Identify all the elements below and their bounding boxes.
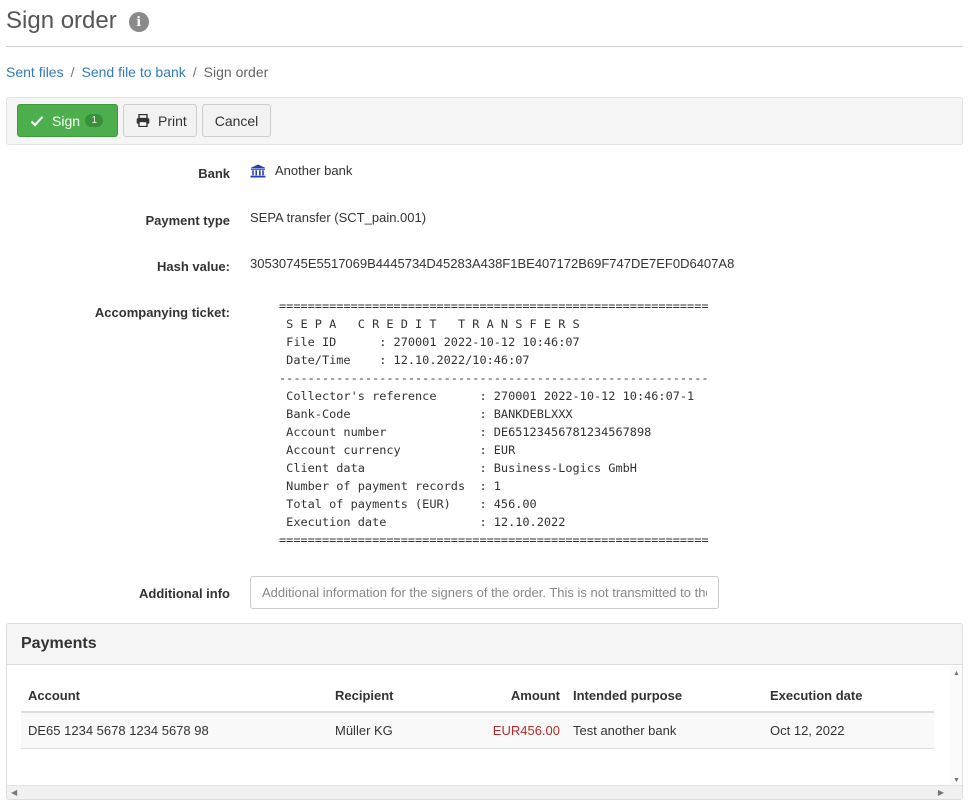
cancel-button[interactable]: Cancel (202, 104, 271, 137)
column-header-intended-purpose[interactable]: Intended purpose (573, 680, 682, 711)
additional-info-input[interactable] (250, 576, 719, 609)
page-title: Sign order (6, 7, 117, 34)
bank-icon (250, 164, 266, 178)
check-icon (30, 115, 44, 127)
title-divider (6, 46, 963, 47)
column-header-execution-date[interactable]: Execution date (770, 680, 862, 711)
vertical-scrollbar[interactable]: ▲ ▼ (950, 666, 962, 788)
sign-order-page: Sign order i Sent files / Send file to b… (0, 0, 970, 800)
accompanying-ticket-label: Accompanying ticket: (94, 305, 230, 320)
sign-count-badge: 1 (85, 114, 103, 127)
payments-panel: Payments Account Recipient Amount Intend… (6, 623, 963, 800)
scroll-right-icon[interactable]: ▶ (938, 788, 944, 797)
scroll-left-icon[interactable]: ◀ (11, 788, 17, 797)
table-header: Account Recipient Amount Intended purpos… (21, 680, 934, 713)
info-icon[interactable]: i (128, 12, 149, 32)
sign-button-label: Sign (52, 112, 81, 129)
page-header: Sign order i (6, 4, 149, 38)
breadcrumb-current: Sign order (203, 64, 269, 80)
accompanying-ticket: ========================================… (279, 299, 709, 547)
scroll-down-icon[interactable]: ▼ (953, 777, 960, 784)
horizontal-scrollbar[interactable]: ◀ ▶ (7, 785, 962, 799)
breadcrumb: Sent files / Send file to bank / Sign or… (6, 64, 268, 80)
column-header-amount[interactable]: Amount (511, 680, 560, 711)
recipient-cell: Müller KG (335, 723, 393, 738)
action-toolbar: Sign 1 Print Cancel (6, 97, 963, 145)
column-header-recipient[interactable]: Recipient (335, 680, 394, 711)
intended-purpose-cell: Test another bank (573, 723, 677, 738)
account-cell: DE65 1234 5678 1234 5678 98 (28, 723, 209, 738)
table-row[interactable]: DE65 1234 5678 1234 5678 98 Müller KG EU… (21, 713, 934, 749)
breadcrumb-sent-files[interactable]: Sent files (6, 64, 64, 80)
scroll-up-icon[interactable]: ▲ (953, 670, 960, 677)
amount-cell: EUR456.00 (492, 723, 560, 738)
breadcrumb-separator: / (192, 64, 197, 80)
payments-table: Account Recipient Amount Intended purpos… (21, 680, 934, 749)
hash-value: 30530745E5517069B4445734D45283A438F1BE40… (250, 256, 735, 271)
payments-title: Payments (7, 624, 962, 665)
breadcrumb-separator: / (70, 64, 75, 80)
sign-button[interactable]: Sign 1 (17, 104, 118, 137)
cancel-button-label: Cancel (214, 112, 259, 129)
print-button[interactable]: Print (123, 104, 197, 137)
print-button-label: Print (158, 112, 187, 129)
execution-date-cell: Oct 12, 2022 (770, 723, 845, 738)
printer-icon (136, 114, 150, 127)
column-header-account[interactable]: Account (28, 680, 80, 711)
additional-info-label: Additional info (139, 586, 230, 601)
hash-value-label: Hash value: (157, 259, 230, 274)
payment-type-label: Payment type (145, 213, 230, 228)
bank-label: Bank (198, 166, 230, 181)
payment-type-value: SEPA transfer (SCT_pain.001) (250, 210, 427, 225)
bank-name: Another bank (275, 163, 353, 178)
breadcrumb-send-file-to-bank[interactable]: Send file to bank (81, 64, 185, 80)
bank-value: Another bank (250, 163, 352, 178)
